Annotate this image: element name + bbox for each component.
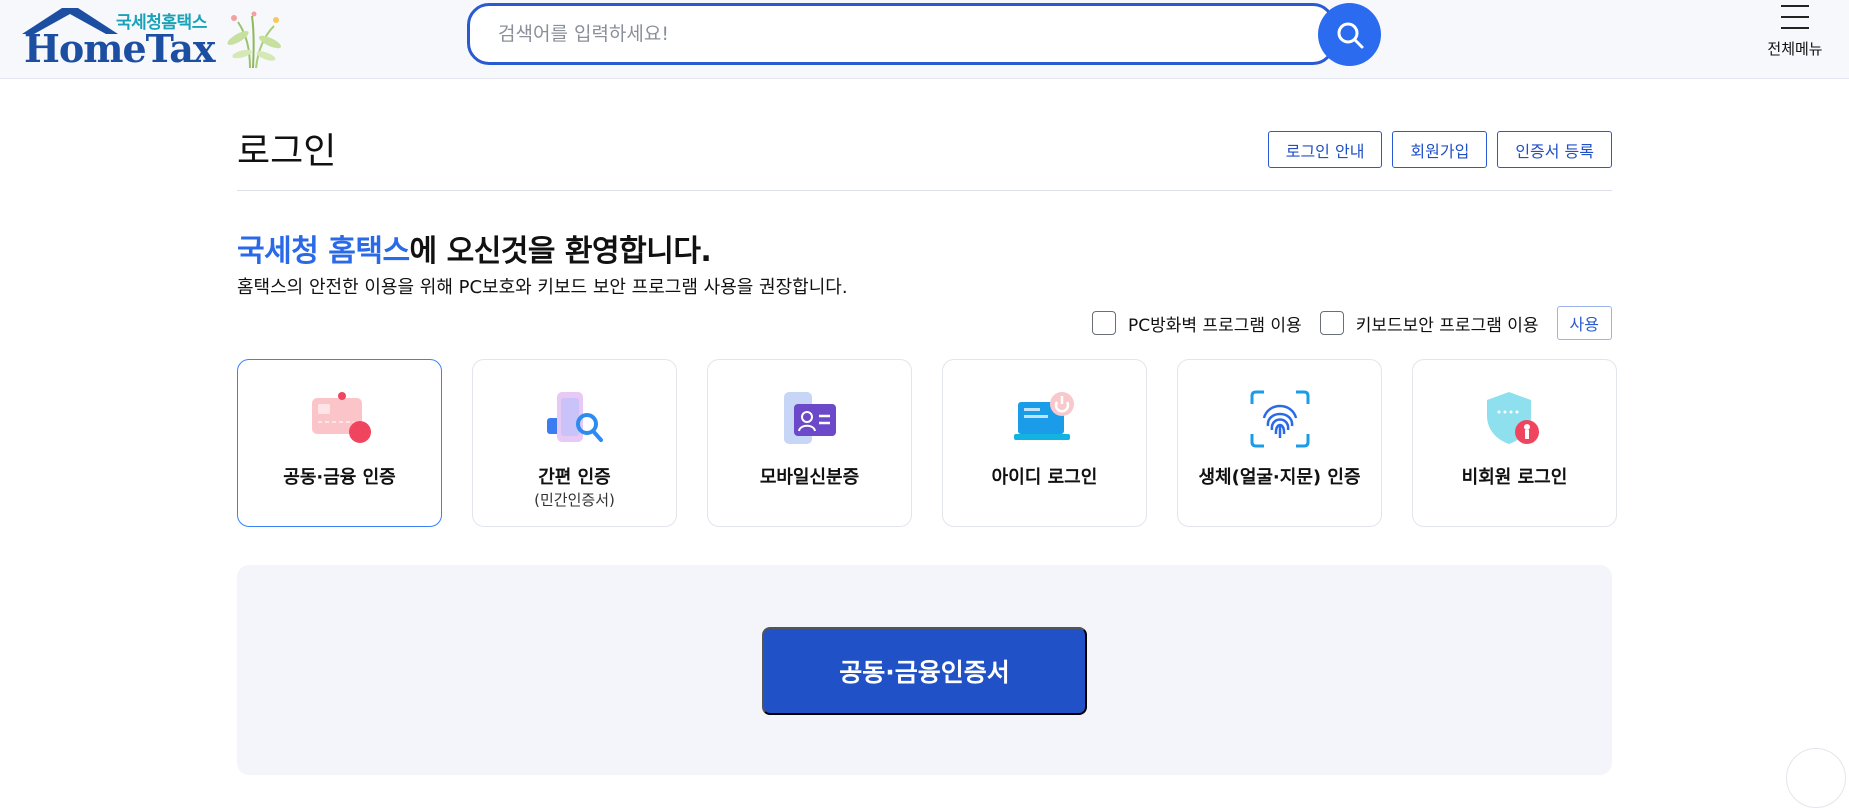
hometax-logo[interactable]: 국세청홈택스 HomeTax — [22, 4, 292, 71]
login-method-label: 간편 인증 — [538, 467, 611, 488]
certificate-card-icon — [311, 392, 371, 443]
welcome-accent: 국세청 홈택스 — [237, 234, 410, 269]
welcome-heading: 국세청 홈택스에 오신것을 환영합니다. — [237, 226, 712, 270]
phone-magnifier-icon — [546, 392, 603, 442]
header: 국세청홈택스 HomeTax 전체메뉴 — [0, 0, 1849, 79]
login-method-simple[interactable]: 간편 인증 (민간인증서) — [472, 359, 677, 527]
login-method-label: 모바일신분증 — [759, 467, 860, 488]
firewall-checkbox[interactable] — [1091, 311, 1116, 335]
keyboard-security-label: 키보드보안 프로그램 이용 — [1355, 315, 1539, 336]
fingerprint-icon — [1250, 390, 1309, 448]
login-method-list: 공동·금융 인증 간편 인증 (민간인증서) 모바일신분증 아이디 로그인 생체… — [237, 359, 1617, 527]
page-title: 로그인 — [237, 131, 337, 172]
login-method-label: 아이디 로그인 — [991, 467, 1098, 488]
security-options: PC방화벽 프로그램 이용 키보드보안 프로그램 이용 사용 — [1091, 306, 1612, 340]
all-menu-button[interactable]: 전체메뉴 — [1762, 2, 1828, 68]
search-input[interactable] — [467, 3, 1335, 65]
hamburger-icon — [1781, 5, 1809, 29]
firewall-label: PC방화벽 프로그램 이용 — [1127, 315, 1302, 336]
plant-decoration-icon — [227, 11, 282, 69]
all-menu-label: 전체메뉴 — [1767, 40, 1823, 58]
login-method-certificate[interactable]: 공동·금융 인증 — [237, 359, 442, 527]
register-certificate-button[interactable]: 인증서 등록 — [1497, 131, 1612, 168]
login-method-label: 공동·금융 인증 — [283, 467, 396, 488]
shield-person-icon — [1486, 392, 1539, 444]
scroll-top-button[interactable] — [1786, 748, 1846, 808]
login-method-guest[interactable]: 비회원 로그인 — [1412, 359, 1617, 527]
search-button[interactable] — [1318, 3, 1381, 66]
login-method-label: 생체(얼굴·지문) 인증 — [1198, 467, 1361, 488]
title-divider — [237, 190, 1612, 191]
login-method-mobile-id[interactable]: 모바일신분증 — [707, 359, 912, 527]
keyboard-security-option[interactable]: 키보드보안 프로그램 이용 — [1319, 311, 1539, 336]
firewall-option[interactable]: PC방화벽 프로그램 이용 — [1091, 311, 1302, 336]
search-bar — [467, 3, 1382, 66]
logo-title: HomeTax — [24, 26, 216, 71]
keyboard-security-checkbox[interactable] — [1319, 311, 1344, 335]
login-method-id[interactable]: 아이디 로그인 — [942, 359, 1147, 527]
top-button-group: 로그인 안내 회원가입 인증서 등록 — [1267, 131, 1612, 168]
login-method-biometric[interactable]: 생체(얼굴·지문) 인증 — [1177, 359, 1382, 527]
use-button[interactable]: 사용 — [1556, 306, 1612, 340]
login-method-sublabel: (민간인증서) — [534, 491, 615, 509]
certificate-login-button[interactable]: 공동·금융인증서 — [762, 627, 1087, 715]
login-guide-button[interactable]: 로그인 안내 — [1267, 131, 1383, 168]
laptop-power-icon — [1013, 392, 1074, 440]
login-method-label: 비회원 로그인 — [1461, 467, 1568, 488]
welcome-description: 홈택스의 안전한 이용을 위해 PC보호와 키보드 보안 프로그램 사용을 권장… — [237, 277, 848, 298]
mobile-id-icon — [783, 392, 836, 444]
signup-button[interactable]: 회원가입 — [1392, 131, 1488, 168]
welcome-rest: 에 오신것을 환영합니다. — [409, 234, 712, 269]
search-icon — [1337, 22, 1363, 48]
